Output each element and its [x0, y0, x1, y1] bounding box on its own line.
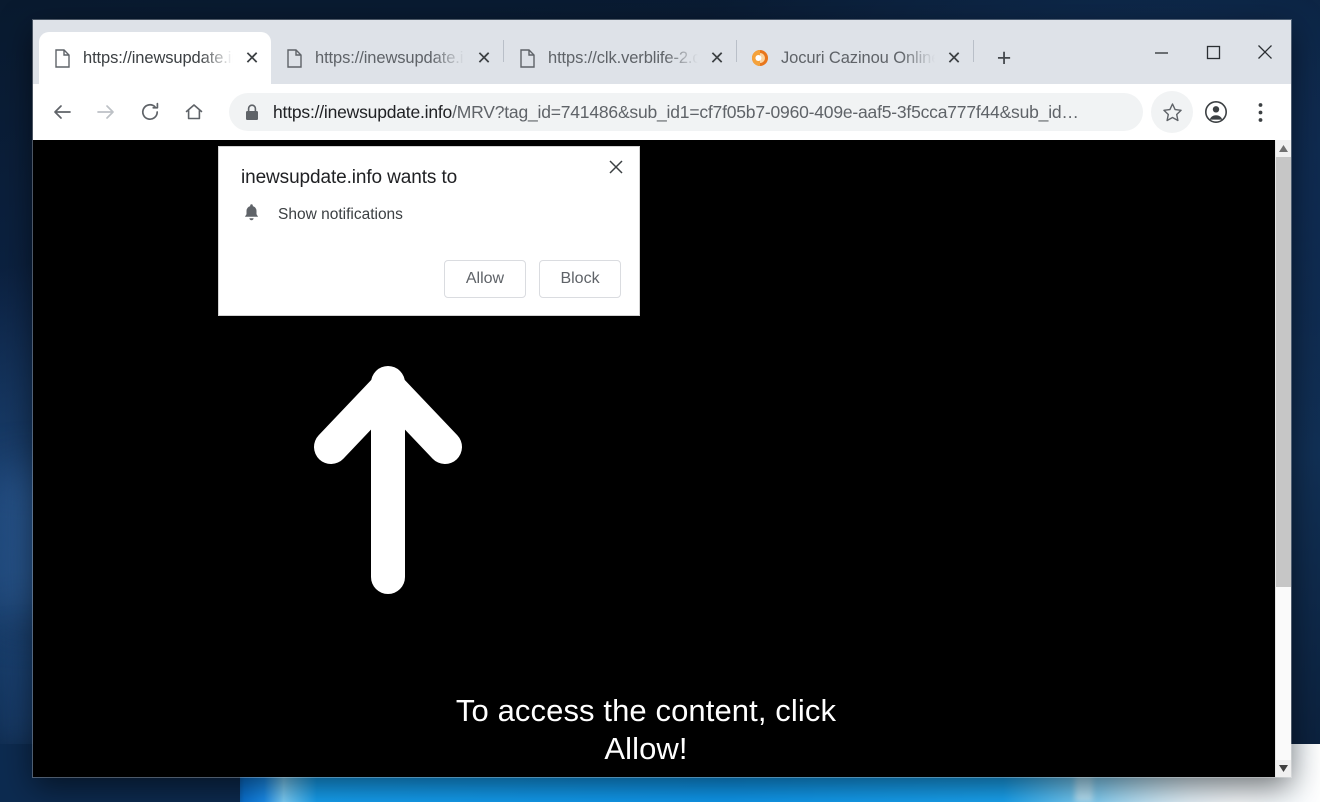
page-icon: [518, 48, 536, 68]
maximize-button[interactable]: [1187, 29, 1239, 75]
page-content-area: To access the content, click Allow! inew…: [33, 140, 1291, 777]
scrollbar-thumb[interactable]: [1276, 157, 1291, 587]
scrollbar-track[interactable]: [1276, 157, 1291, 760]
browser-toolbar: https://inewsupdate.info/MRV?tag_id=7414…: [33, 84, 1291, 140]
home-icon[interactable]: [173, 91, 215, 133]
url-path: /MRV?tag_id=741486&sub_id1=cf7f05b7-0960…: [452, 101, 1079, 122]
tab-close-button[interactable]: ✕: [471, 45, 497, 71]
tab-title: Jocuri Cazinou Online: [781, 48, 935, 67]
minimize-button[interactable]: [1135, 29, 1187, 75]
desktop: https://inewsupdate.in ✕ https://inewsup…: [0, 0, 1320, 802]
tab-title: https://inewsupdate.in: [83, 48, 233, 67]
scroll-up-button[interactable]: [1276, 140, 1291, 157]
window-controls: [1135, 20, 1291, 84]
close-icon[interactable]: [601, 152, 631, 182]
new-tab-button[interactable]: +: [984, 38, 1024, 78]
tab-inewsupdate-2[interactable]: https://inewsupdate.in ✕: [271, 32, 503, 84]
page-headline: To access the content, click Allow!: [33, 695, 1259, 764]
forward-arrow-icon[interactable]: [85, 91, 127, 133]
allow-button[interactable]: Allow: [444, 260, 526, 298]
tab-jocuri-cazinou[interactable]: Jocuri Cazinou Online ✕: [737, 32, 973, 84]
tab-close-button[interactable]: ✕: [941, 45, 967, 71]
address-bar-text: https://inewsupdate.info/MRV?tag_id=7414…: [273, 102, 1079, 123]
tab-separator: [973, 40, 974, 62]
dialog-title: inewsupdate.info wants to: [241, 167, 458, 188]
star-icon[interactable]: [1151, 91, 1193, 133]
tab-title: https://inewsupdate.in: [315, 48, 465, 67]
page-scrollbar[interactable]: [1275, 140, 1291, 777]
headline-line-1: To access the content, click: [455, 693, 837, 728]
bell-icon: [243, 203, 260, 227]
page-icon: [53, 48, 71, 68]
back-arrow-icon[interactable]: [41, 91, 83, 133]
casino-favicon: [751, 49, 769, 67]
padlock-icon: [245, 103, 259, 121]
page-icon: [285, 48, 303, 68]
close-button[interactable]: [1239, 29, 1291, 75]
dialog-buttons: Allow Block: [444, 260, 621, 298]
permission-row: Show notifications: [243, 203, 403, 227]
tab-close-button[interactable]: ✕: [704, 45, 730, 71]
notification-permission-dialog: inewsupdate.info wants to Show notificat…: [218, 146, 640, 316]
block-button[interactable]: Block: [539, 260, 621, 298]
url-host: https://inewsupdate.info: [273, 101, 453, 122]
address-bar[interactable]: https://inewsupdate.info/MRV?tag_id=7414…: [229, 93, 1143, 131]
up-arrow-icon: [313, 365, 463, 595]
scroll-down-button[interactable]: [1276, 760, 1291, 777]
headline-line-2: Allow!: [604, 731, 688, 766]
tab-close-button[interactable]: ✕: [239, 45, 265, 71]
tab-strip: https://inewsupdate.in ✕ https://inewsup…: [33, 20, 1291, 84]
three-dot-menu-icon[interactable]: [1239, 91, 1281, 133]
profile-avatar-icon[interactable]: [1195, 91, 1237, 133]
reload-icon[interactable]: [129, 91, 171, 133]
tab-inewsupdate-1[interactable]: https://inewsupdate.in ✕: [39, 32, 271, 84]
tab-title: https://clk.verblife-2.c: [548, 48, 698, 67]
permission-label: Show notifications: [278, 206, 403, 223]
tab-clk-verblife[interactable]: https://clk.verblife-2.c ✕: [504, 32, 736, 84]
browser-window: https://inewsupdate.in ✕ https://inewsup…: [33, 20, 1291, 777]
